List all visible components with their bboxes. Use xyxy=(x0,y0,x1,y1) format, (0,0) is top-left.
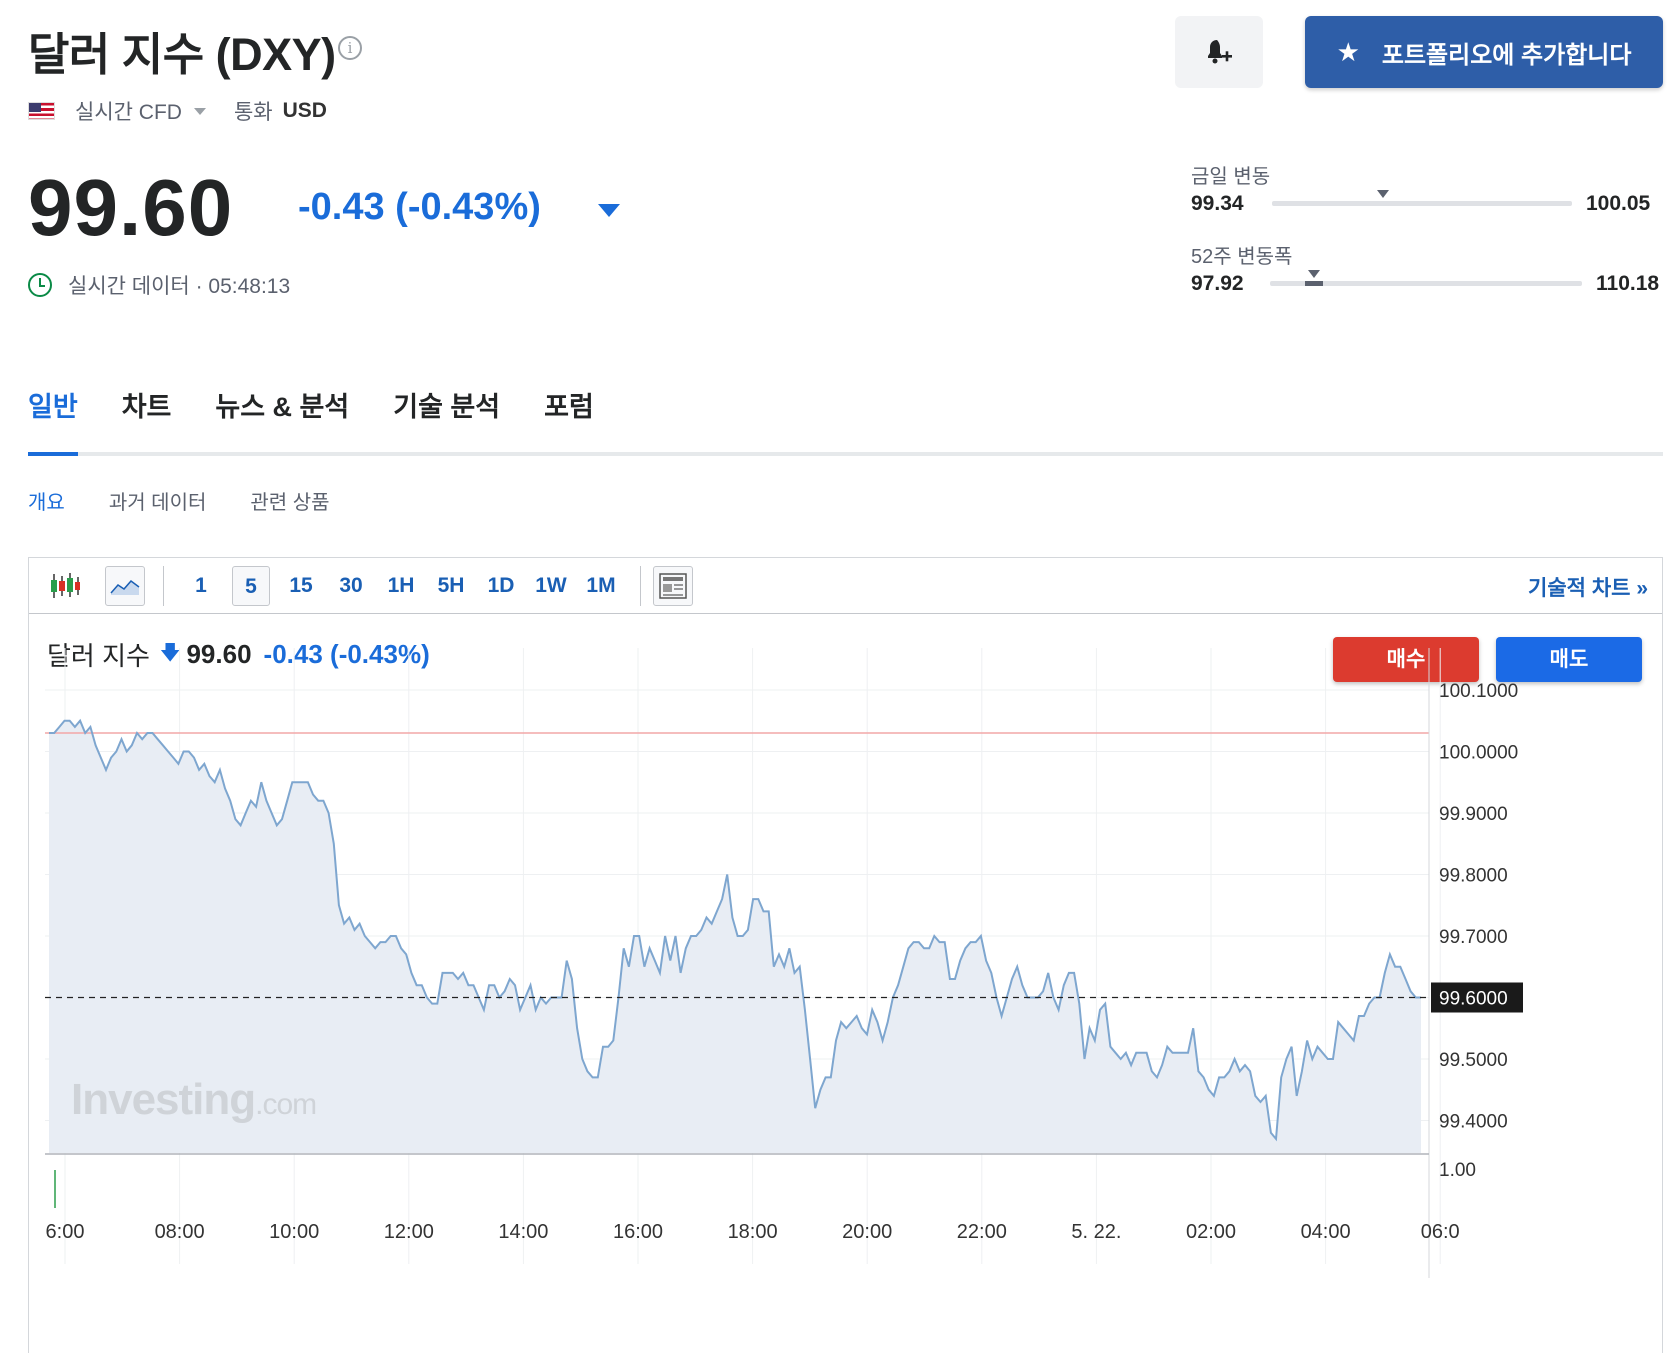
day-range-low: 99.34 xyxy=(1191,192,1244,215)
day-range-high: 100.05 xyxy=(1586,192,1651,215)
week52-range-marker xyxy=(1307,270,1320,278)
y-tick-label: 99.7000 xyxy=(1439,927,1508,948)
price-change: -0.43 (-0.43%) xyxy=(298,186,541,228)
y-tick-label: 99.4000 xyxy=(1439,1112,1508,1133)
tab-active-indicator xyxy=(28,452,78,456)
last-price: 99.60 xyxy=(28,163,234,252)
tab-forum[interactable]: 포럼 xyxy=(544,385,594,454)
main-tabs: 일반 차트 뉴스 & 분석 기술 분석 포럼 xyxy=(28,385,638,454)
us-flag-icon xyxy=(28,102,55,120)
currency-value: USD xyxy=(282,99,327,122)
week52-range-label: 52주 변동폭 xyxy=(1191,246,1293,268)
instrument-meta: 실시간 CFD 통화 USD xyxy=(28,96,327,126)
day-range-bar xyxy=(1272,201,1572,206)
bell-plus-icon xyxy=(1208,40,1232,64)
subtab-related[interactable]: 관련 상품 xyxy=(250,486,329,515)
subtab-summary[interactable]: 개요 xyxy=(28,486,65,515)
x-tick-label: 02:00 xyxy=(1186,1221,1236,1243)
x-tick-label: 12:00 xyxy=(384,1221,434,1243)
clock-icon xyxy=(28,273,52,297)
current-price-label: 99.6000 xyxy=(1439,989,1508,1010)
currency-label: 통화 xyxy=(233,101,273,124)
y-tick-label: 99.5000 xyxy=(1439,1050,1508,1071)
tab-overview[interactable]: 일반 xyxy=(28,385,78,454)
down-arrow-icon xyxy=(598,204,620,217)
tab-chart[interactable]: 차트 xyxy=(122,385,172,454)
price-chart[interactable]: 100.1000 100.0000 99.9000 99.8000 99.7000 99.… xyxy=(29,558,1662,1353)
add-to-portfolio-button[interactable]: ★ 포트폴리오에 추가합니다 xyxy=(1305,16,1663,88)
x-tick-label: 22:00 xyxy=(957,1221,1007,1243)
portfolio-button-label: 포트폴리오에 추가합니다 xyxy=(1381,41,1632,69)
y-tick-label: 99.9000 xyxy=(1439,804,1508,825)
x-tick-label: 06:0 xyxy=(1421,1221,1460,1243)
week52-range-low: 97.92 xyxy=(1191,272,1244,295)
y-tick-label: 100.1000 xyxy=(1439,681,1518,702)
tab-news[interactable]: 뉴스 & 분석 xyxy=(215,385,349,454)
x-tick-label: 14:00 xyxy=(498,1221,548,1243)
page-title: 달러 지수 (DXY) xyxy=(28,29,336,80)
day-range-marker xyxy=(1377,190,1389,198)
chart-widget: 1 5 15 30 1H 5H 1D 1W 1M 기술적 차트 » 달러 지수 … xyxy=(28,557,1663,1353)
subtab-historical[interactable]: 과거 데이터 xyxy=(109,486,207,515)
info-icon[interactable]: i xyxy=(338,36,362,60)
tabs-divider xyxy=(28,452,1663,456)
realtime-status: 실시간 데이터 · 05:48:13 xyxy=(28,270,290,300)
x-tick-label: 5. 22. xyxy=(1071,1221,1121,1243)
y-tick-label: 100.0000 xyxy=(1439,743,1518,764)
chevron-down-icon[interactable] xyxy=(193,107,206,115)
star-icon: ★ xyxy=(1336,36,1360,67)
week52-range-fill xyxy=(1304,281,1323,286)
realtime-cfd-dropdown[interactable]: 실시간 CFD xyxy=(75,96,182,126)
x-tick-label: 04:00 xyxy=(1301,1221,1351,1243)
volume-tick-label: 1.00 xyxy=(1439,1160,1476,1181)
y-tick-label: 99.8000 xyxy=(1439,866,1508,887)
realtime-text: 실시간 데이터 · 05:48:13 xyxy=(68,275,291,298)
tab-technical[interactable]: 기술 분석 xyxy=(393,385,500,454)
sub-tabs: 개요 과거 데이터 관련 상품 xyxy=(28,486,374,515)
x-tick-label: 16:00 xyxy=(613,1221,663,1243)
x-tick-label: 6:00 xyxy=(46,1221,85,1243)
x-tick-label: 10:00 xyxy=(269,1221,319,1243)
x-tick-label: 08:00 xyxy=(155,1221,205,1243)
x-tick-label: 18:00 xyxy=(728,1221,778,1243)
week52-range-high: 110.18 xyxy=(1596,272,1660,295)
day-range-label: 금일 변동 xyxy=(1191,166,1271,188)
x-tick-label: 20:00 xyxy=(842,1221,892,1243)
add-alert-button[interactable] xyxy=(1175,16,1263,88)
